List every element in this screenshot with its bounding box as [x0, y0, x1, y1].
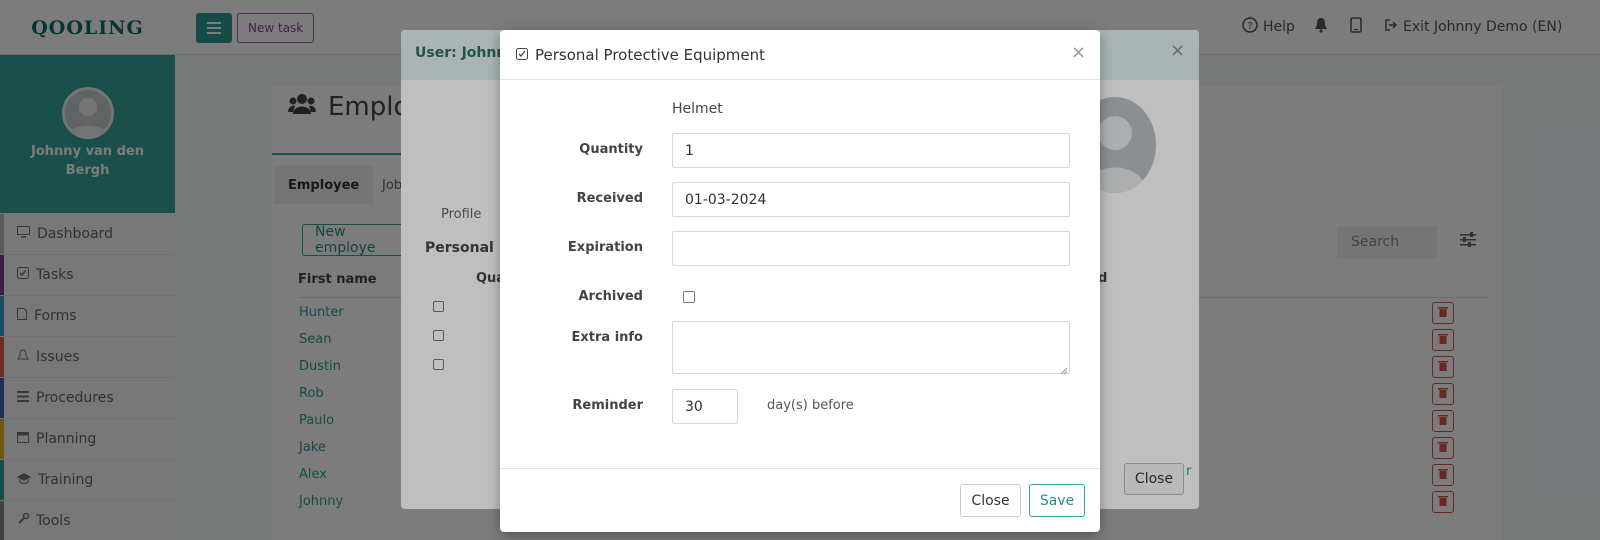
ppe-modal — [500, 30, 1100, 532]
ppe-modal-title: Personal Protective Equipment — [516, 46, 765, 64]
archived-label: Archived — [578, 289, 644, 304]
reminder-days-input[interactable]: 30 — [672, 389, 738, 424]
expiration-label: Expiration — [567, 240, 643, 255]
ppe-item-name: Helmet — [672, 101, 723, 117]
received-date-input[interactable]: 01-03-2024 — [672, 182, 1070, 217]
resize-handle-icon[interactable] — [1060, 364, 1068, 379]
ppe-modal-footer-divider — [500, 468, 1100, 469]
ppe-close-button[interactable]: Close — [960, 484, 1021, 517]
check-square-icon — [516, 46, 528, 64]
extra-info-label: Extra info — [571, 330, 644, 345]
extra-info-textarea[interactable] — [672, 321, 1070, 374]
quantity-input[interactable]: 1 — [672, 133, 1070, 168]
reminder-label: Reminder — [572, 398, 643, 413]
expiration-date-input[interactable] — [672, 231, 1070, 266]
received-label: Received — [576, 191, 643, 206]
archived-checkbox[interactable] — [683, 291, 695, 303]
ppe-save-button[interactable]: Save — [1029, 484, 1085, 517]
close-icon[interactable]: × — [1071, 42, 1086, 63]
ppe-modal-title-text: Personal Protective Equipment — [535, 46, 766, 64]
reminder-suffix: day(s) before — [767, 398, 854, 413]
quantity-label: Quantity — [579, 142, 643, 157]
